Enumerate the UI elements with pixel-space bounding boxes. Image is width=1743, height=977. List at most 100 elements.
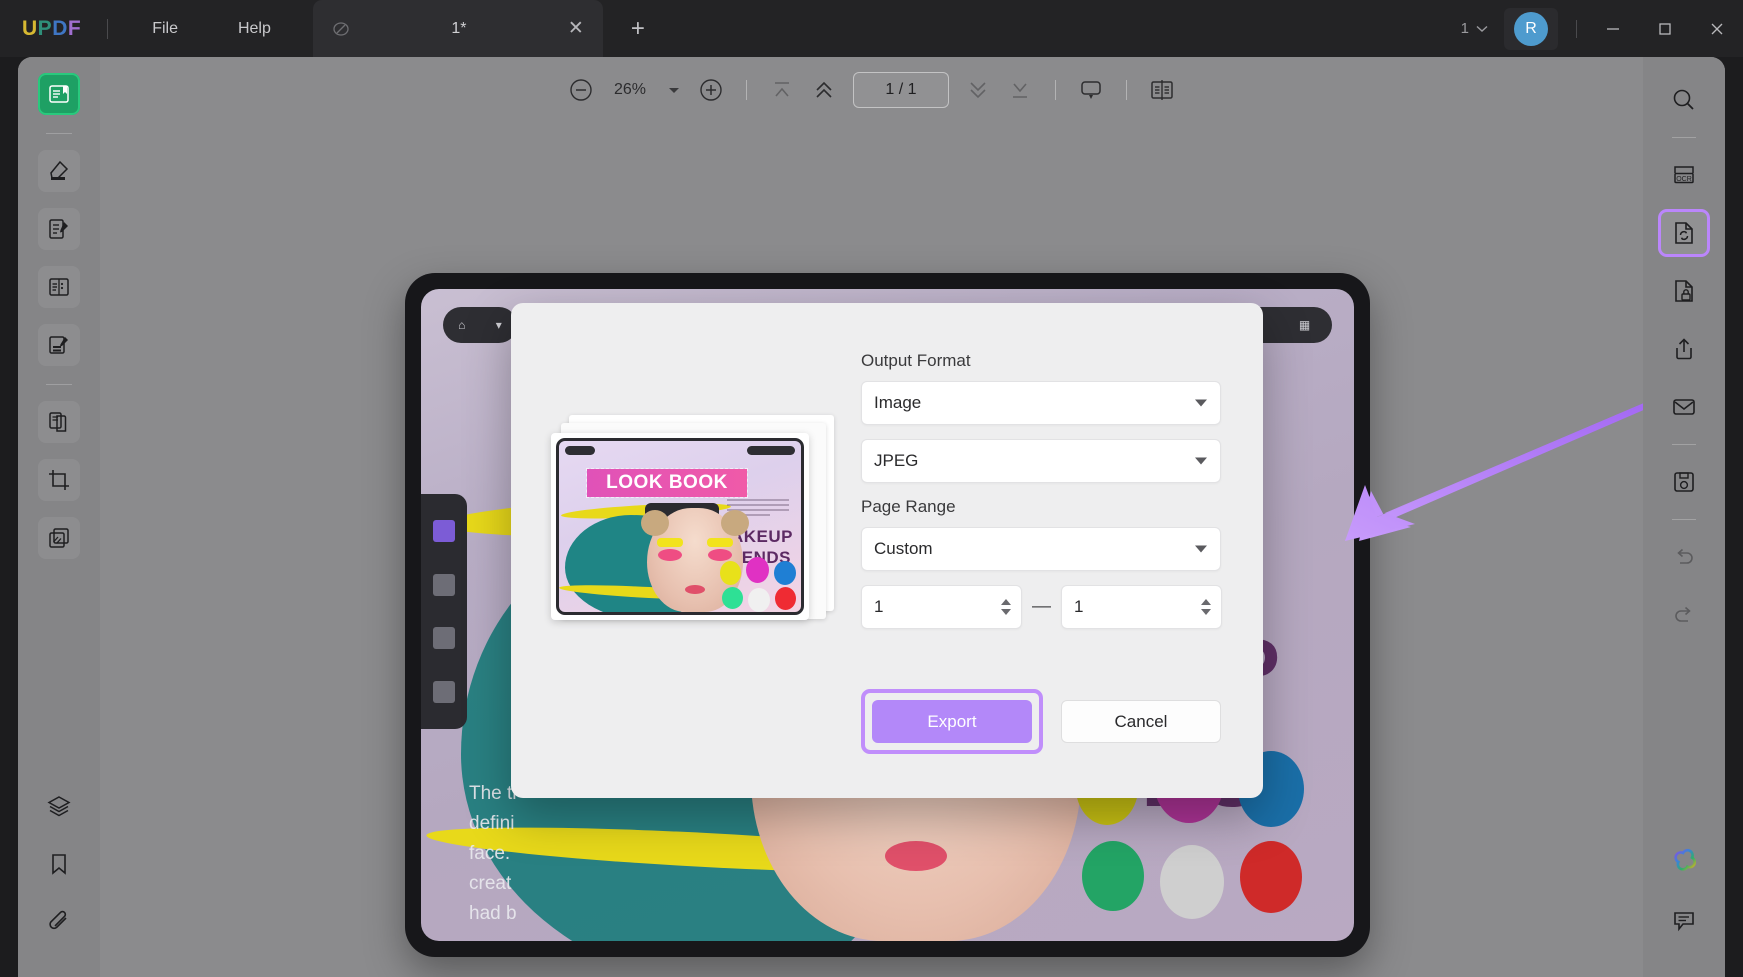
maximize-button[interactable]	[1639, 0, 1691, 57]
rail-email[interactable]	[1661, 386, 1707, 428]
rail-convert[interactable]	[1661, 212, 1707, 254]
rail-share[interactable]	[1661, 328, 1707, 370]
thumb-brow-left	[657, 538, 683, 547]
range-to-value: 1	[1074, 597, 1084, 616]
content-shell: 26% 1 / 1 ⌂ ▾ ▦ The tr defini face. crea…	[18, 57, 1725, 977]
presentation-mode-button[interactable]	[1072, 71, 1110, 109]
zoom-out-button[interactable]	[562, 71, 600, 109]
dual-page-view-button[interactable]	[1143, 71, 1181, 109]
stepper-up-icon[interactable]	[1001, 599, 1011, 605]
rail-ai-assistant[interactable]	[1661, 841, 1707, 883]
minimize-button[interactable]	[1587, 0, 1639, 57]
menu-file[interactable]: File	[134, 14, 196, 44]
sidebar-item-edit[interactable]	[38, 208, 80, 250]
right-rail-divider-3	[1672, 519, 1696, 520]
sidebar-item-sign[interactable]	[38, 324, 80, 366]
close-tab-icon[interactable]: ✕	[563, 16, 589, 42]
avatar: R	[1514, 11, 1548, 46]
sidebar-item-bookmarks[interactable]	[38, 843, 80, 885]
page-body-line-2: defini	[469, 813, 515, 834]
thumb-dot-magenta	[746, 557, 769, 583]
last-page-button[interactable]	[1001, 71, 1039, 109]
zoom-in-icon	[700, 79, 722, 101]
logo-letter-u: U	[22, 16, 38, 40]
menu-help[interactable]: Help	[220, 14, 289, 44]
stepper-down-icon[interactable]	[1001, 609, 1011, 615]
right-sidebar: OCR	[1643, 57, 1725, 977]
dot-green	[1082, 841, 1144, 911]
sidebar-item-form[interactable]	[38, 266, 80, 308]
sidebar-item-batch[interactable]	[38, 517, 80, 559]
toolbar-divider-3	[1126, 80, 1127, 100]
export-button[interactable]: Export	[872, 700, 1032, 743]
rail-comments[interactable]	[1661, 899, 1707, 941]
range-to-stepper[interactable]: 1	[1061, 585, 1222, 629]
sidebar-item-organize[interactable]	[38, 401, 80, 443]
rail-redo[interactable]	[1661, 594, 1707, 636]
redo-icon	[1675, 606, 1691, 622]
zoom-dropdown-button[interactable]	[660, 75, 688, 105]
logo-letter-p: P	[37, 16, 53, 40]
convert-pdf-icon	[1675, 222, 1693, 244]
stepper-down-icon[interactable]	[1201, 609, 1211, 615]
user-account-button[interactable]: R	[1504, 7, 1558, 50]
page-indicator: 1 / 1	[885, 81, 917, 98]
first-page-button[interactable]	[763, 71, 801, 109]
sidebar-item-attachments[interactable]	[38, 901, 80, 943]
updf-logo: UPDF	[22, 17, 81, 41]
logo-divider	[107, 18, 109, 39]
stepper-arrows[interactable]	[1201, 599, 1211, 615]
new-tab-button[interactable]: +	[623, 14, 653, 44]
page-toolbar-left: ⌂ ▾	[443, 307, 517, 343]
chevron-down-icon	[669, 88, 679, 93]
sidebar-item-crop[interactable]	[38, 459, 80, 501]
preview-thumbnail-content: LOOK BOOK MAKEUP TRENDS	[556, 438, 804, 615]
page-range-label: Page Range	[861, 497, 956, 516]
cancel-button[interactable]: Cancel	[1061, 700, 1221, 743]
stepper-up-icon[interactable]	[1201, 599, 1211, 605]
window-count-dropdown[interactable]: 1	[1453, 15, 1496, 42]
rail-undo[interactable]	[1661, 536, 1707, 578]
chevron-down-icon	[1195, 545, 1207, 553]
page-body-line-4: creat	[469, 873, 512, 894]
sidebar-item-annotate[interactable]	[38, 150, 80, 192]
page-range-select[interactable]: Custom	[861, 527, 1221, 571]
file-type-select[interactable]: JPEG	[861, 439, 1221, 483]
sidebar-item-layers[interactable]	[38, 785, 80, 827]
next-page-button[interactable]	[959, 71, 997, 109]
stepper-arrows[interactable]	[1001, 599, 1011, 615]
range-separator: —	[1032, 596, 1051, 617]
rail-search[interactable]	[1661, 79, 1707, 121]
document-canvas[interactable]: ⌂ ▾ ▢ ▦ on	[100, 123, 1643, 977]
close-window-button[interactable]	[1691, 0, 1743, 57]
rail-divider	[46, 133, 72, 134]
rail-save[interactable]	[1661, 461, 1707, 503]
range-from-stepper[interactable]: 1	[861, 585, 1022, 629]
thumb-dot-blue	[774, 561, 796, 585]
zoom-in-button[interactable]	[692, 71, 730, 109]
chevron-double-up-icon	[816, 81, 832, 98]
sidebar-item-reader[interactable]	[38, 73, 80, 115]
logo-letter-f: F	[67, 16, 82, 40]
book-reader-icon	[49, 85, 69, 103]
thumb-dot-red	[775, 587, 796, 610]
document-tab[interactable]: 1* ✕	[312, 0, 603, 57]
export-dialog: LOOK BOOK MAKEUP TRENDS	[511, 303, 1263, 798]
share-upload-icon	[1676, 338, 1692, 360]
document-lock-icon	[1675, 280, 1693, 302]
grid-icon: ▦	[1298, 318, 1311, 332]
rail-ocr[interactable]: OCR	[1661, 154, 1707, 196]
right-rail-divider-1	[1672, 137, 1696, 138]
zoom-out-icon	[570, 79, 592, 101]
right-rail-divider-2	[1672, 444, 1696, 445]
batch-process-icon	[49, 528, 69, 548]
thumb-color-dots	[720, 557, 796, 612]
toolbar-divider-2	[1055, 80, 1056, 100]
page-number-field[interactable]: 1 / 1	[853, 72, 949, 108]
output-format-select[interactable]: Image	[861, 381, 1221, 425]
previous-page-button[interactable]	[805, 71, 843, 109]
rail-protect[interactable]	[1661, 270, 1707, 312]
dock-image-icon	[433, 573, 455, 596]
view-toolbar: 26% 1 / 1	[100, 57, 1643, 123]
crop-page-icon	[49, 470, 69, 490]
